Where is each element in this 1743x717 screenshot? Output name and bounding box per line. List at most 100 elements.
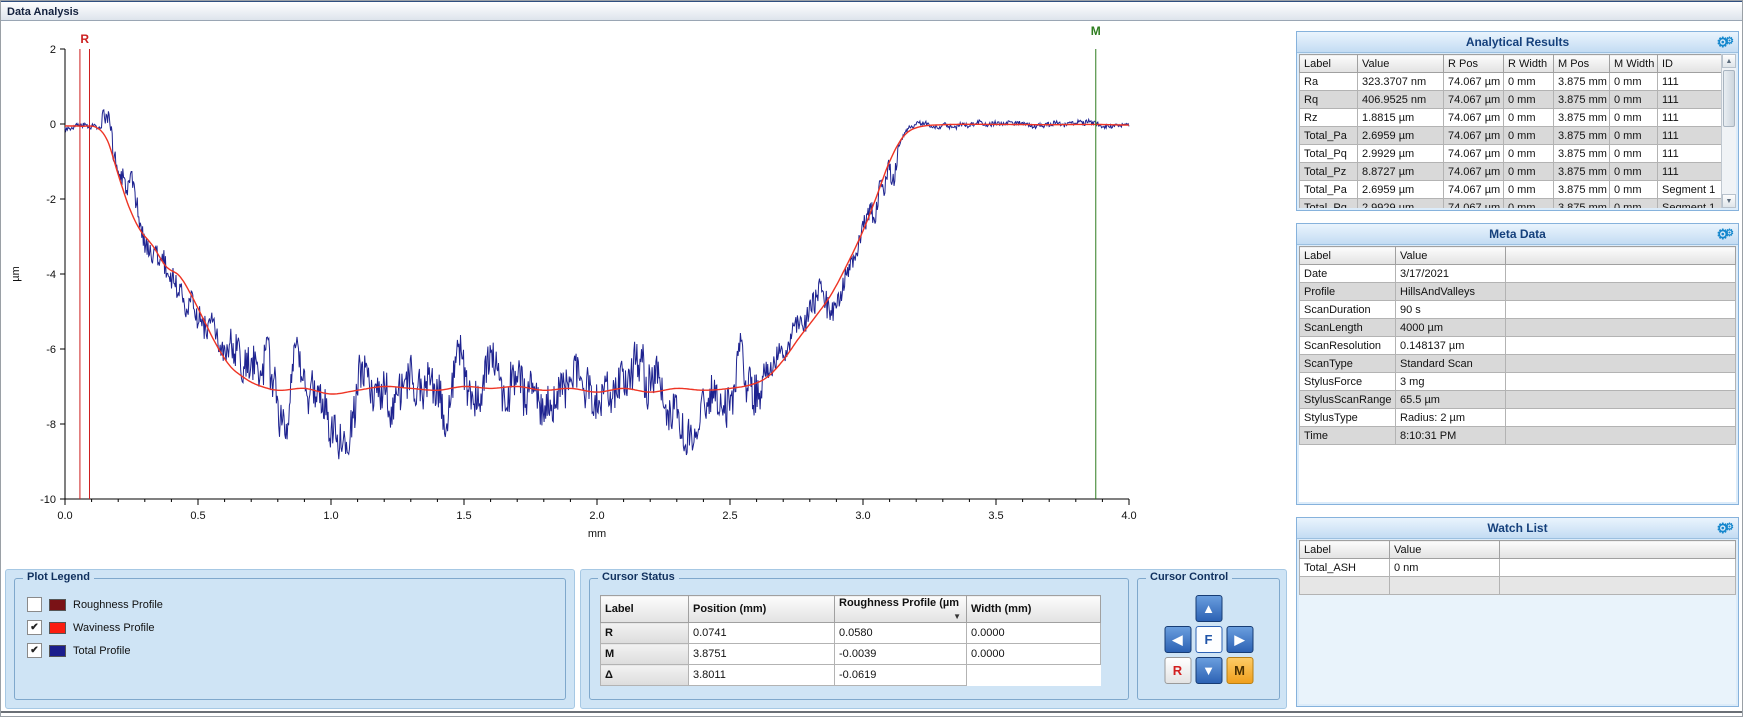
r-button[interactable]: R (1164, 657, 1191, 684)
table-row[interactable]: M3.8751-0.00390.0000 (601, 644, 1101, 665)
cell: 74.067 µm (1444, 145, 1504, 163)
profile-type-dropdown[interactable]: Roughness Profile (µm▼ (835, 596, 967, 623)
cell: 65.5 µm (1396, 391, 1506, 409)
vertical-scrollbar[interactable]: ▲ ▼ (1721, 54, 1736, 208)
settings-gears-icon[interactable]: ⚙⚙ (1716, 32, 1734, 53)
cursor-m-label[interactable]: M (1091, 24, 1101, 38)
column-header[interactable]: R Width (1504, 55, 1554, 73)
table-row[interactable]: Total_ASH0 nm (1300, 559, 1736, 577)
cell (1500, 577, 1736, 595)
table-row[interactable]: ScanResolution0.148137 µm (1300, 337, 1736, 355)
cursor-r-label[interactable]: R (80, 32, 89, 46)
scroll-thumb[interactable] (1723, 70, 1735, 127)
cell: 0 mm (1610, 73, 1658, 91)
column-header[interactable]: ID (1658, 55, 1724, 73)
scroll-up-icon[interactable]: ▲ (1722, 54, 1736, 68)
cell: 0 mm (1504, 109, 1554, 127)
column-header[interactable]: Width (mm) (967, 596, 1101, 623)
table-row[interactable]: ScanTypeStandard Scan (1300, 355, 1736, 373)
cell: 2.6959 µm (1358, 181, 1444, 199)
column-header[interactable]: Value (1390, 541, 1500, 559)
cell: 0 mm (1610, 163, 1658, 181)
column-header[interactable]: Label (601, 596, 689, 623)
cell: 323.3707 nm (1358, 73, 1444, 91)
cell: HillsAndValleys (1396, 283, 1506, 301)
table-row[interactable]: Rz1.8815 µm74.067 µm0 mm3.875 mm0 mm111 (1300, 109, 1724, 127)
cell: 0 mm (1504, 181, 1554, 199)
legend-item: ✔ Waviness Profile (15, 616, 565, 639)
table-row[interactable]: Total_Pq2.9929 µm74.067 µm0 mm3.875 mm0 … (1300, 145, 1724, 163)
table-row[interactable]: ScanLength4000 µm (1300, 319, 1736, 337)
legend-checkbox[interactable] (27, 597, 42, 612)
window-title: Data Analysis (1, 1, 1742, 21)
column-header[interactable]: M Pos (1554, 55, 1610, 73)
legend-checkbox[interactable]: ✔ (27, 620, 42, 635)
cell: Date (1300, 265, 1396, 283)
column-header[interactable]: Label (1300, 55, 1358, 73)
cell: 0 mm (1610, 127, 1658, 145)
arrow-up-button[interactable]: ▲ (1195, 595, 1222, 622)
table-row[interactable] (1300, 577, 1736, 595)
cell: 0 mm (1504, 73, 1554, 91)
column-header[interactable] (1506, 247, 1736, 265)
arrow-left-button[interactable]: ◀ (1164, 626, 1191, 653)
scroll-down-icon[interactable]: ▼ (1722, 194, 1736, 208)
legend-label: Waviness Profile (73, 622, 155, 634)
table-row[interactable]: Date3/17/2021 (1300, 265, 1736, 283)
plot-legend-groupbox: Plot Legend Roughness Profile✔Waviness P… (14, 578, 566, 700)
table-row[interactable]: R0.07410.05800.0000 (601, 623, 1101, 644)
table-row[interactable]: StylusForce3 mg (1300, 373, 1736, 391)
table-row[interactable]: Δ3.8011-0.0619 (601, 665, 1101, 686)
analytical-results-header: Analytical Results ⚙⚙ (1297, 32, 1738, 53)
cell: 0 mm (1610, 199, 1658, 209)
groupbox-title: Cursor Status (598, 571, 679, 583)
cell: 0.0741 (689, 623, 835, 644)
watch-list-table: LabelValueTotal_ASH0 nm (1299, 540, 1736, 595)
column-header[interactable]: Label (1300, 541, 1390, 559)
arrow-right-button[interactable]: ▶ (1226, 626, 1253, 653)
arrow-down-button[interactable]: ▼ (1195, 657, 1222, 684)
table-row[interactable]: ScanDuration90 s (1300, 301, 1736, 319)
analytical-results-table: LabelValueR PosR WidthM PosM WidthIDRa32… (1299, 54, 1724, 208)
legend-item: ✔Total Profile (15, 639, 565, 662)
waviness-profile-line (65, 124, 1129, 394)
table-row[interactable]: Total_Pa2.6959 µm74.067 µm0 mm3.875 mm0 … (1300, 181, 1724, 199)
cell: 0 mm (1504, 199, 1554, 209)
column-header[interactable]: M Width (1610, 55, 1658, 73)
table-row[interactable]: Total_Pq2.9929 µm74.067 µm0 mm3.875 mm0 … (1300, 199, 1724, 209)
x-tick-label: 2.0 (589, 510, 604, 522)
column-header[interactable]: R Pos (1444, 55, 1504, 73)
table-row[interactable]: ProfileHillsAndValleys (1300, 283, 1736, 301)
table-row[interactable]: Ra323.3707 nm74.067 µm0 mm3.875 mm0 mm11… (1300, 73, 1724, 91)
x-tick-label: 4.0 (1121, 510, 1136, 522)
cell: Ra (1300, 73, 1358, 91)
dropdown-arrow-icon[interactable]: ▼ (949, 609, 962, 621)
column-header[interactable]: Value (1396, 247, 1506, 265)
f-button[interactable]: F (1195, 626, 1222, 653)
column-header[interactable]: Label (1300, 247, 1396, 265)
meta-data-body: LabelValueDate3/17/2021ProfileHillsAndVa… (1299, 246, 1736, 502)
x-axis-label: mm (588, 528, 606, 540)
cell: 8.8727 µm (1358, 163, 1444, 181)
table-row[interactable]: Rq406.9525 nm74.067 µm0 mm3.875 mm0 mm11… (1300, 91, 1724, 109)
column-header[interactable]: Value (1358, 55, 1444, 73)
cell: 3.875 mm (1554, 109, 1610, 127)
cell: 74.067 µm (1444, 109, 1504, 127)
legend-checkbox[interactable]: ✔ (27, 643, 42, 658)
profile-plot[interactable]: 20-2-4-6-8-100.00.51.01.52.02.53.03.54.0… (3, 23, 1291, 563)
settings-gears-icon[interactable]: ⚙⚙ (1716, 224, 1734, 245)
m-button[interactable]: M (1226, 657, 1253, 684)
column-header[interactable] (1500, 541, 1736, 559)
cell: 4000 µm (1396, 319, 1506, 337)
table-row[interactable]: Total_Pa2.6959 µm74.067 µm0 mm3.875 mm0 … (1300, 127, 1724, 145)
cell: Δ (601, 665, 689, 686)
settings-gears-icon[interactable]: ⚙⚙ (1716, 518, 1734, 539)
meta-data-header: Meta Data ⚙⚙ (1297, 224, 1738, 245)
table-row[interactable]: StylusTypeRadius: 2 µm (1300, 409, 1736, 427)
table-row[interactable]: StylusScanRange65.5 µm (1300, 391, 1736, 409)
cell: StylusScanRange (1300, 391, 1396, 409)
table-row[interactable]: Total_Pz8.8727 µm74.067 µm0 mm3.875 mm0 … (1300, 163, 1724, 181)
column-header[interactable]: Position (mm) (689, 596, 835, 623)
table-row[interactable]: Time8:10:31 PM (1300, 427, 1736, 445)
cell: 111 (1658, 145, 1724, 163)
